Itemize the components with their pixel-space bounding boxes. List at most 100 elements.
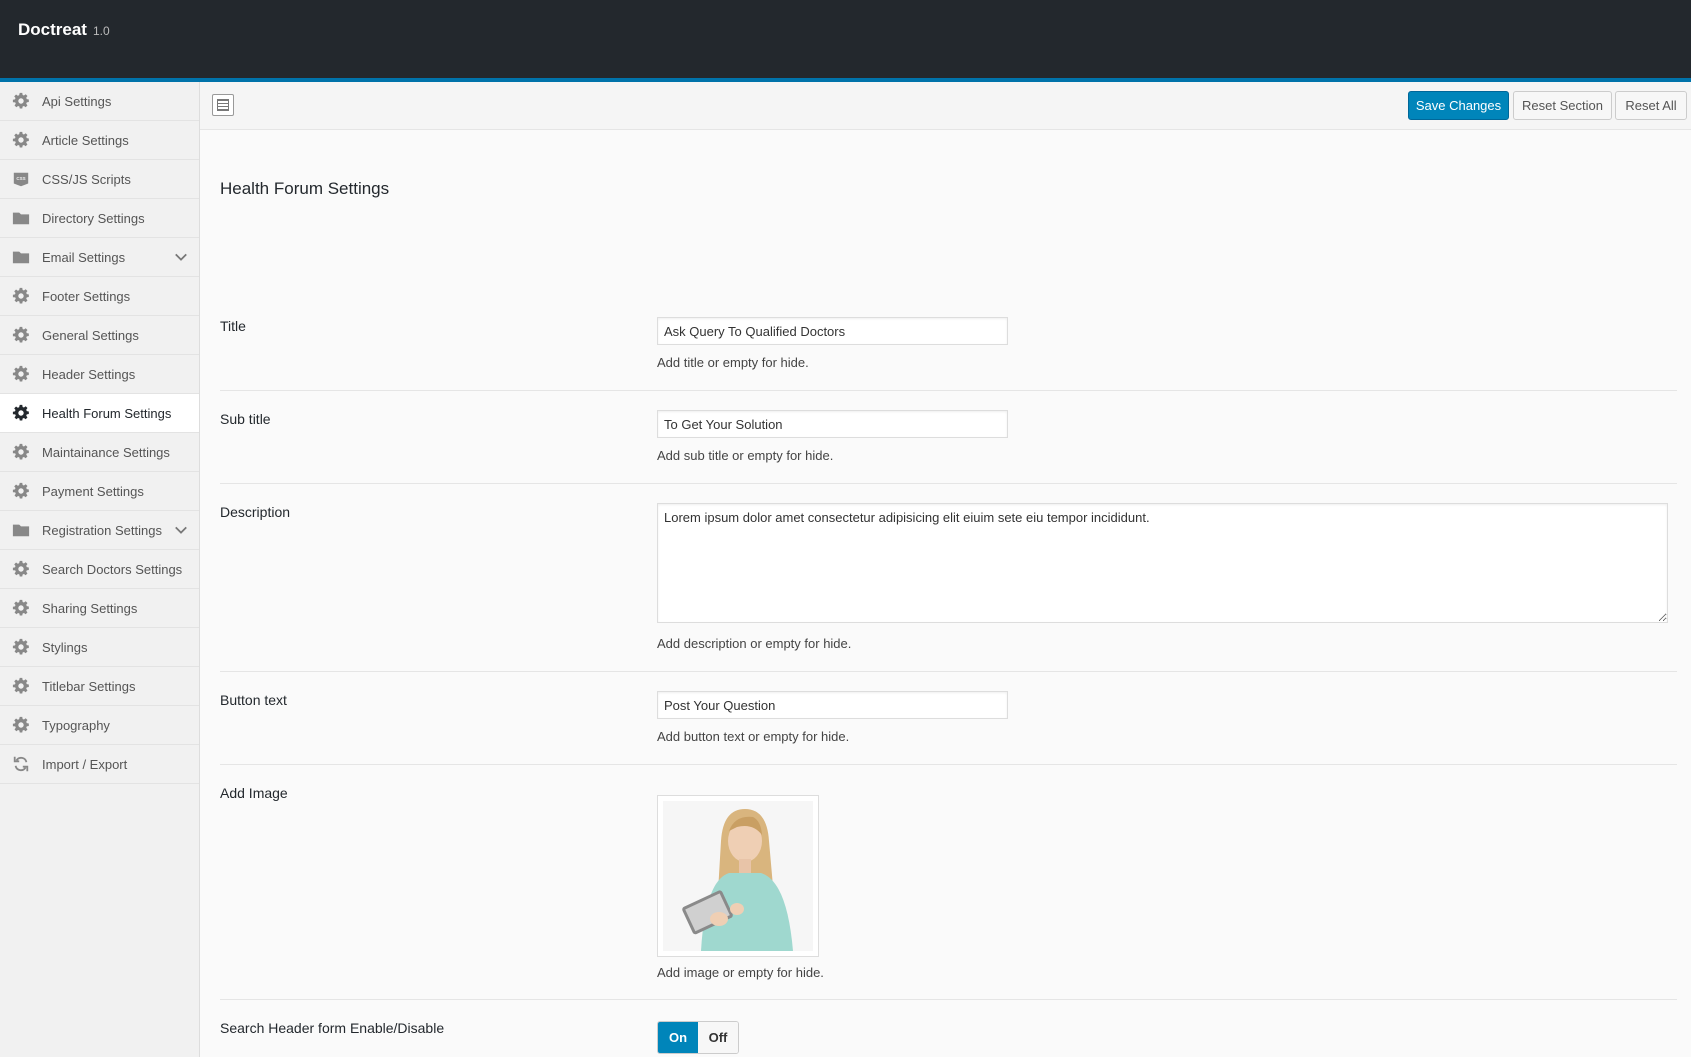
gear-icon [11, 364, 31, 384]
image-help: Add image or empty for hide. [657, 965, 824, 980]
sidebar-item-typography[interactable]: Typography [0, 706, 199, 745]
sidebar-item-label: Search Doctors Settings [42, 561, 183, 577]
sidebar-item-label: Article Settings [42, 132, 129, 148]
sidebar-item-label: Import / Export [42, 756, 128, 772]
sidebar-item-label: Health Forum Settings [42, 405, 172, 421]
sidebar-item-label: Stylings [42, 639, 88, 655]
sidebar-item-general-settings[interactable]: General Settings [0, 316, 199, 355]
button-text-help: Add button text or empty for hide. [657, 729, 850, 744]
top-bar: Doctreat 1.0 [0, 0, 1691, 82]
version-label: 1.0 [93, 24, 110, 38]
sidebar-item-label: Titlebar Settings [42, 678, 136, 694]
description-help: Add description or empty for hide. [657, 636, 852, 651]
button-text-field: Add button text or empty for hide. [657, 691, 1008, 744]
image-preview[interactable] [657, 795, 819, 957]
gear-icon [11, 715, 31, 735]
button-text-row: Button text Add button text or empty for… [220, 672, 1677, 765]
sidebar-item-health-forum-settings[interactable]: Health Forum Settings [0, 394, 199, 433]
gear-icon [11, 559, 31, 579]
title-label: Title [220, 318, 246, 334]
sidebar-item-label: Maintainance Settings [42, 444, 170, 460]
sidebar-item-label: CSS/JS Scripts [42, 171, 131, 187]
section-title: Health Forum Settings [220, 179, 390, 198]
subtitle-input[interactable] [657, 410, 1008, 438]
toggle-off-option[interactable]: Off [698, 1022, 738, 1053]
subtitle-field: Add sub title or empty for hide. [657, 410, 1008, 463]
gear-icon [11, 676, 31, 696]
gear-icon [11, 91, 31, 111]
save-changes-button[interactable]: Save Changes [1408, 91, 1509, 120]
sidebar-item-label: Header Settings [42, 366, 136, 382]
toggle-on-option[interactable]: On [658, 1022, 698, 1053]
sidebar-item-sharing-settings[interactable]: Sharing Settings [0, 589, 199, 628]
main-content: Save Changes Reset Section Reset All Hea… [200, 82, 1691, 1057]
sidebar-item-payment-settings[interactable]: Payment Settings [0, 472, 199, 511]
sidebar-item-header-settings[interactable]: Header Settings [0, 355, 199, 394]
sidebar-item-article-settings[interactable]: Article Settings [0, 121, 199, 160]
folder-icon [11, 520, 31, 540]
toolbar: Save Changes Reset Section Reset All [200, 82, 1691, 130]
sidebar-item-label: Sharing Settings [42, 600, 138, 616]
image-field: Add image or empty for hide. [657, 795, 824, 980]
sidebar-item-label: Typography [42, 717, 110, 733]
reset-section-button[interactable]: Reset Section [1513, 91, 1612, 120]
brand-name: Doctreat [18, 20, 87, 39]
description-field: Lorem ipsum dolor amet consectetur adipi… [657, 503, 1668, 651]
title-field: Add title or empty for hide. [657, 317, 1008, 370]
layout-toggle-icon[interactable] [212, 94, 234, 116]
sidebar-item-stylings[interactable]: Stylings [0, 628, 199, 667]
sidebar-item-label: Directory Settings [42, 210, 145, 226]
search-header-field: On Off [657, 1021, 739, 1054]
image-thumbnail [663, 801, 813, 951]
button-text-label: Button text [220, 692, 287, 708]
sidebar-item-maintainance-settings[interactable]: Maintainance Settings [0, 433, 199, 472]
sidebar-item-email-settings[interactable]: Email Settings [0, 238, 199, 277]
sidebar-item-api-settings[interactable]: Api Settings [0, 82, 199, 121]
gear-icon [11, 637, 31, 657]
description-row: Description Lorem ipsum dolor amet conse… [220, 484, 1677, 672]
sidebar-item-search-doctors-settings[interactable]: Search Doctors Settings [0, 550, 199, 589]
image-row: Add Image Add image or empty for hide. [220, 765, 1677, 1000]
search-header-toggle[interactable]: On Off [657, 1021, 739, 1054]
subtitle-row: Sub title Add sub title or empty for hid… [220, 391, 1677, 484]
sidebar-item-footer-settings[interactable]: Footer Settings [0, 277, 199, 316]
subtitle-label: Sub title [220, 411, 271, 427]
search-header-label: Search Header form Enable/Disable [220, 1020, 445, 1036]
sidebar-item-label: Email Settings [42, 249, 126, 265]
sidebar-item-import-export[interactable]: Import / Export [0, 745, 199, 784]
title-help: Add title or empty for hide. [657, 355, 809, 370]
chevron-down-icon[interactable] [174, 250, 190, 266]
button-text-input[interactable] [657, 691, 1008, 719]
description-label: Description [220, 504, 291, 520]
svg-text:CSS: CSS [16, 176, 25, 181]
sidebar-item-label: Registration Settings [42, 522, 162, 538]
subtitle-help: Add sub title or empty for hide. [657, 448, 834, 463]
gear-icon [11, 403, 31, 423]
gear-icon [11, 286, 31, 306]
sidebar-item-directory-settings[interactable]: Directory Settings [0, 199, 199, 238]
folder-icon [11, 208, 31, 228]
css-icon: CSS [11, 169, 31, 189]
gear-icon [11, 598, 31, 618]
sidebar-item-label: Payment Settings [42, 483, 144, 499]
description-textarea[interactable]: Lorem ipsum dolor amet consectetur adipi… [657, 503, 1668, 623]
refresh-icon [11, 754, 31, 774]
title-input[interactable] [657, 317, 1008, 345]
person-with-tablet-image [663, 801, 813, 951]
search-header-row: Search Header form Enable/Disable On Off [220, 1000, 1677, 1057]
gear-icon [11, 481, 31, 501]
chevron-down-icon[interactable] [174, 523, 190, 539]
sidebar-item-css-js-scripts[interactable]: CSS CSS/JS Scripts [0, 160, 199, 199]
sidebar-item-label: Footer Settings [42, 288, 131, 304]
sidebar-item-registration-settings[interactable]: Registration Settings [0, 511, 199, 550]
gear-icon [11, 130, 31, 150]
sidebar-item-label: General Settings [42, 327, 139, 343]
reset-all-button[interactable]: Reset All [1615, 91, 1687, 120]
sidebar-item-titlebar-settings[interactable]: Titlebar Settings [0, 667, 199, 706]
gear-icon [11, 325, 31, 345]
folder-icon [11, 247, 31, 267]
image-label: Add Image [220, 785, 288, 801]
sidebar-item-label: Api Settings [42, 93, 112, 109]
gear-icon [11, 442, 31, 462]
sidebar: Api Settings Article Settings CSS CSS/JS… [0, 82, 200, 1057]
